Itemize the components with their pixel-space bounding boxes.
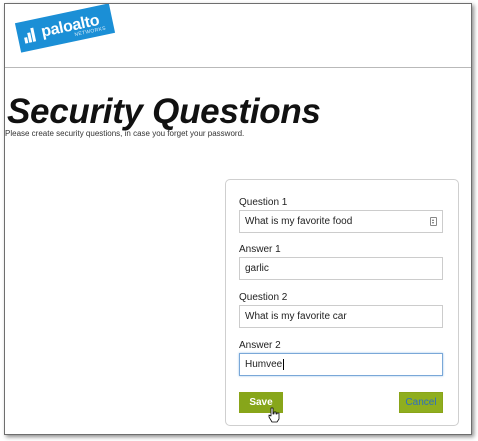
hand-pointer-cursor-icon	[268, 407, 280, 423]
question1-value: What is my favorite food	[245, 216, 353, 227]
question1-label: Question 1	[239, 197, 288, 208]
paloalto-logo: paloalto NETWORKS	[14, 4, 116, 53]
question1-select[interactable]: What is my favorite food	[239, 210, 443, 233]
question2-value: What is my favorite car	[245, 311, 347, 322]
question2-input[interactable]: What is my favorite car	[239, 305, 443, 328]
security-questions-form: Question 1 What is my favorite food Answ…	[225, 179, 459, 426]
answer2-value: Humvee	[245, 359, 283, 370]
answer1-input[interactable]: garlic	[239, 257, 443, 280]
answer1-value: garlic	[245, 263, 269, 274]
answer2-input[interactable]: Humvee	[239, 353, 443, 376]
page-title: Security Questions	[7, 92, 321, 131]
answer2-label: Answer 2	[239, 340, 281, 351]
answer1-label: Answer 1	[239, 244, 281, 255]
app-window: paloalto NETWORKS Security Questions Ple…	[4, 3, 472, 435]
page-subtitle: Please create security questions, in cas…	[5, 129, 245, 138]
text-caret	[283, 359, 285, 370]
question2-label: Question 2	[239, 292, 288, 303]
header-bar: paloalto NETWORKS	[5, 4, 471, 68]
select-arrows-icon[interactable]	[430, 217, 437, 226]
cancel-button[interactable]: Cancel	[399, 392, 443, 413]
paloalto-logo-icon	[22, 27, 39, 44]
logo-text: paloalto	[39, 11, 101, 41]
